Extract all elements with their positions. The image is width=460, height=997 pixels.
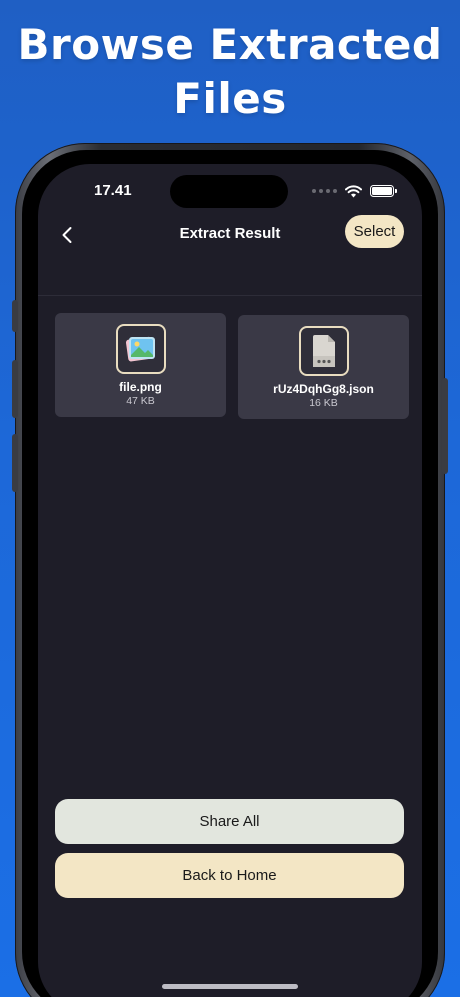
silent-switch [12, 300, 18, 332]
navigation-bar: Extract Result Select [38, 214, 422, 258]
promo-headline: Browse Extracted Files [0, 18, 460, 126]
back-to-home-button[interactable]: Back to Home [55, 853, 404, 898]
share-all-button[interactable]: Share All [55, 799, 404, 844]
file-card[interactable]: rUz4DqhGg8.json 16 KB [238, 315, 409, 419]
volume-up-button [12, 360, 18, 418]
file-name: rUz4DqhGg8.json [273, 382, 374, 396]
file-name: file.png [119, 380, 162, 394]
promo-headline-line2: Files [173, 74, 287, 123]
status-indicators [312, 184, 397, 198]
home-indicator [162, 984, 298, 989]
file-size: 47 KB [126, 395, 155, 407]
wifi-icon [345, 184, 362, 197]
power-button [442, 378, 448, 474]
select-button[interactable]: Select [345, 215, 404, 248]
dynamic-island [170, 175, 288, 208]
volume-down-button [12, 434, 18, 492]
promo-headline-line1: Browse Extracted [17, 20, 443, 69]
battery-icon [370, 185, 397, 197]
file-size: 16 KB [309, 397, 338, 409]
image-file-icon [115, 324, 166, 374]
cellular-signal-icon [312, 189, 337, 193]
document-file-icon [298, 326, 349, 376]
file-card[interactable]: file.png 47 KB [55, 313, 226, 417]
status-time: 17.41 [94, 182, 132, 199]
app-screen: 17.41 Extract Result Select file.png 47 … [38, 164, 422, 997]
header-divider [38, 295, 422, 296]
